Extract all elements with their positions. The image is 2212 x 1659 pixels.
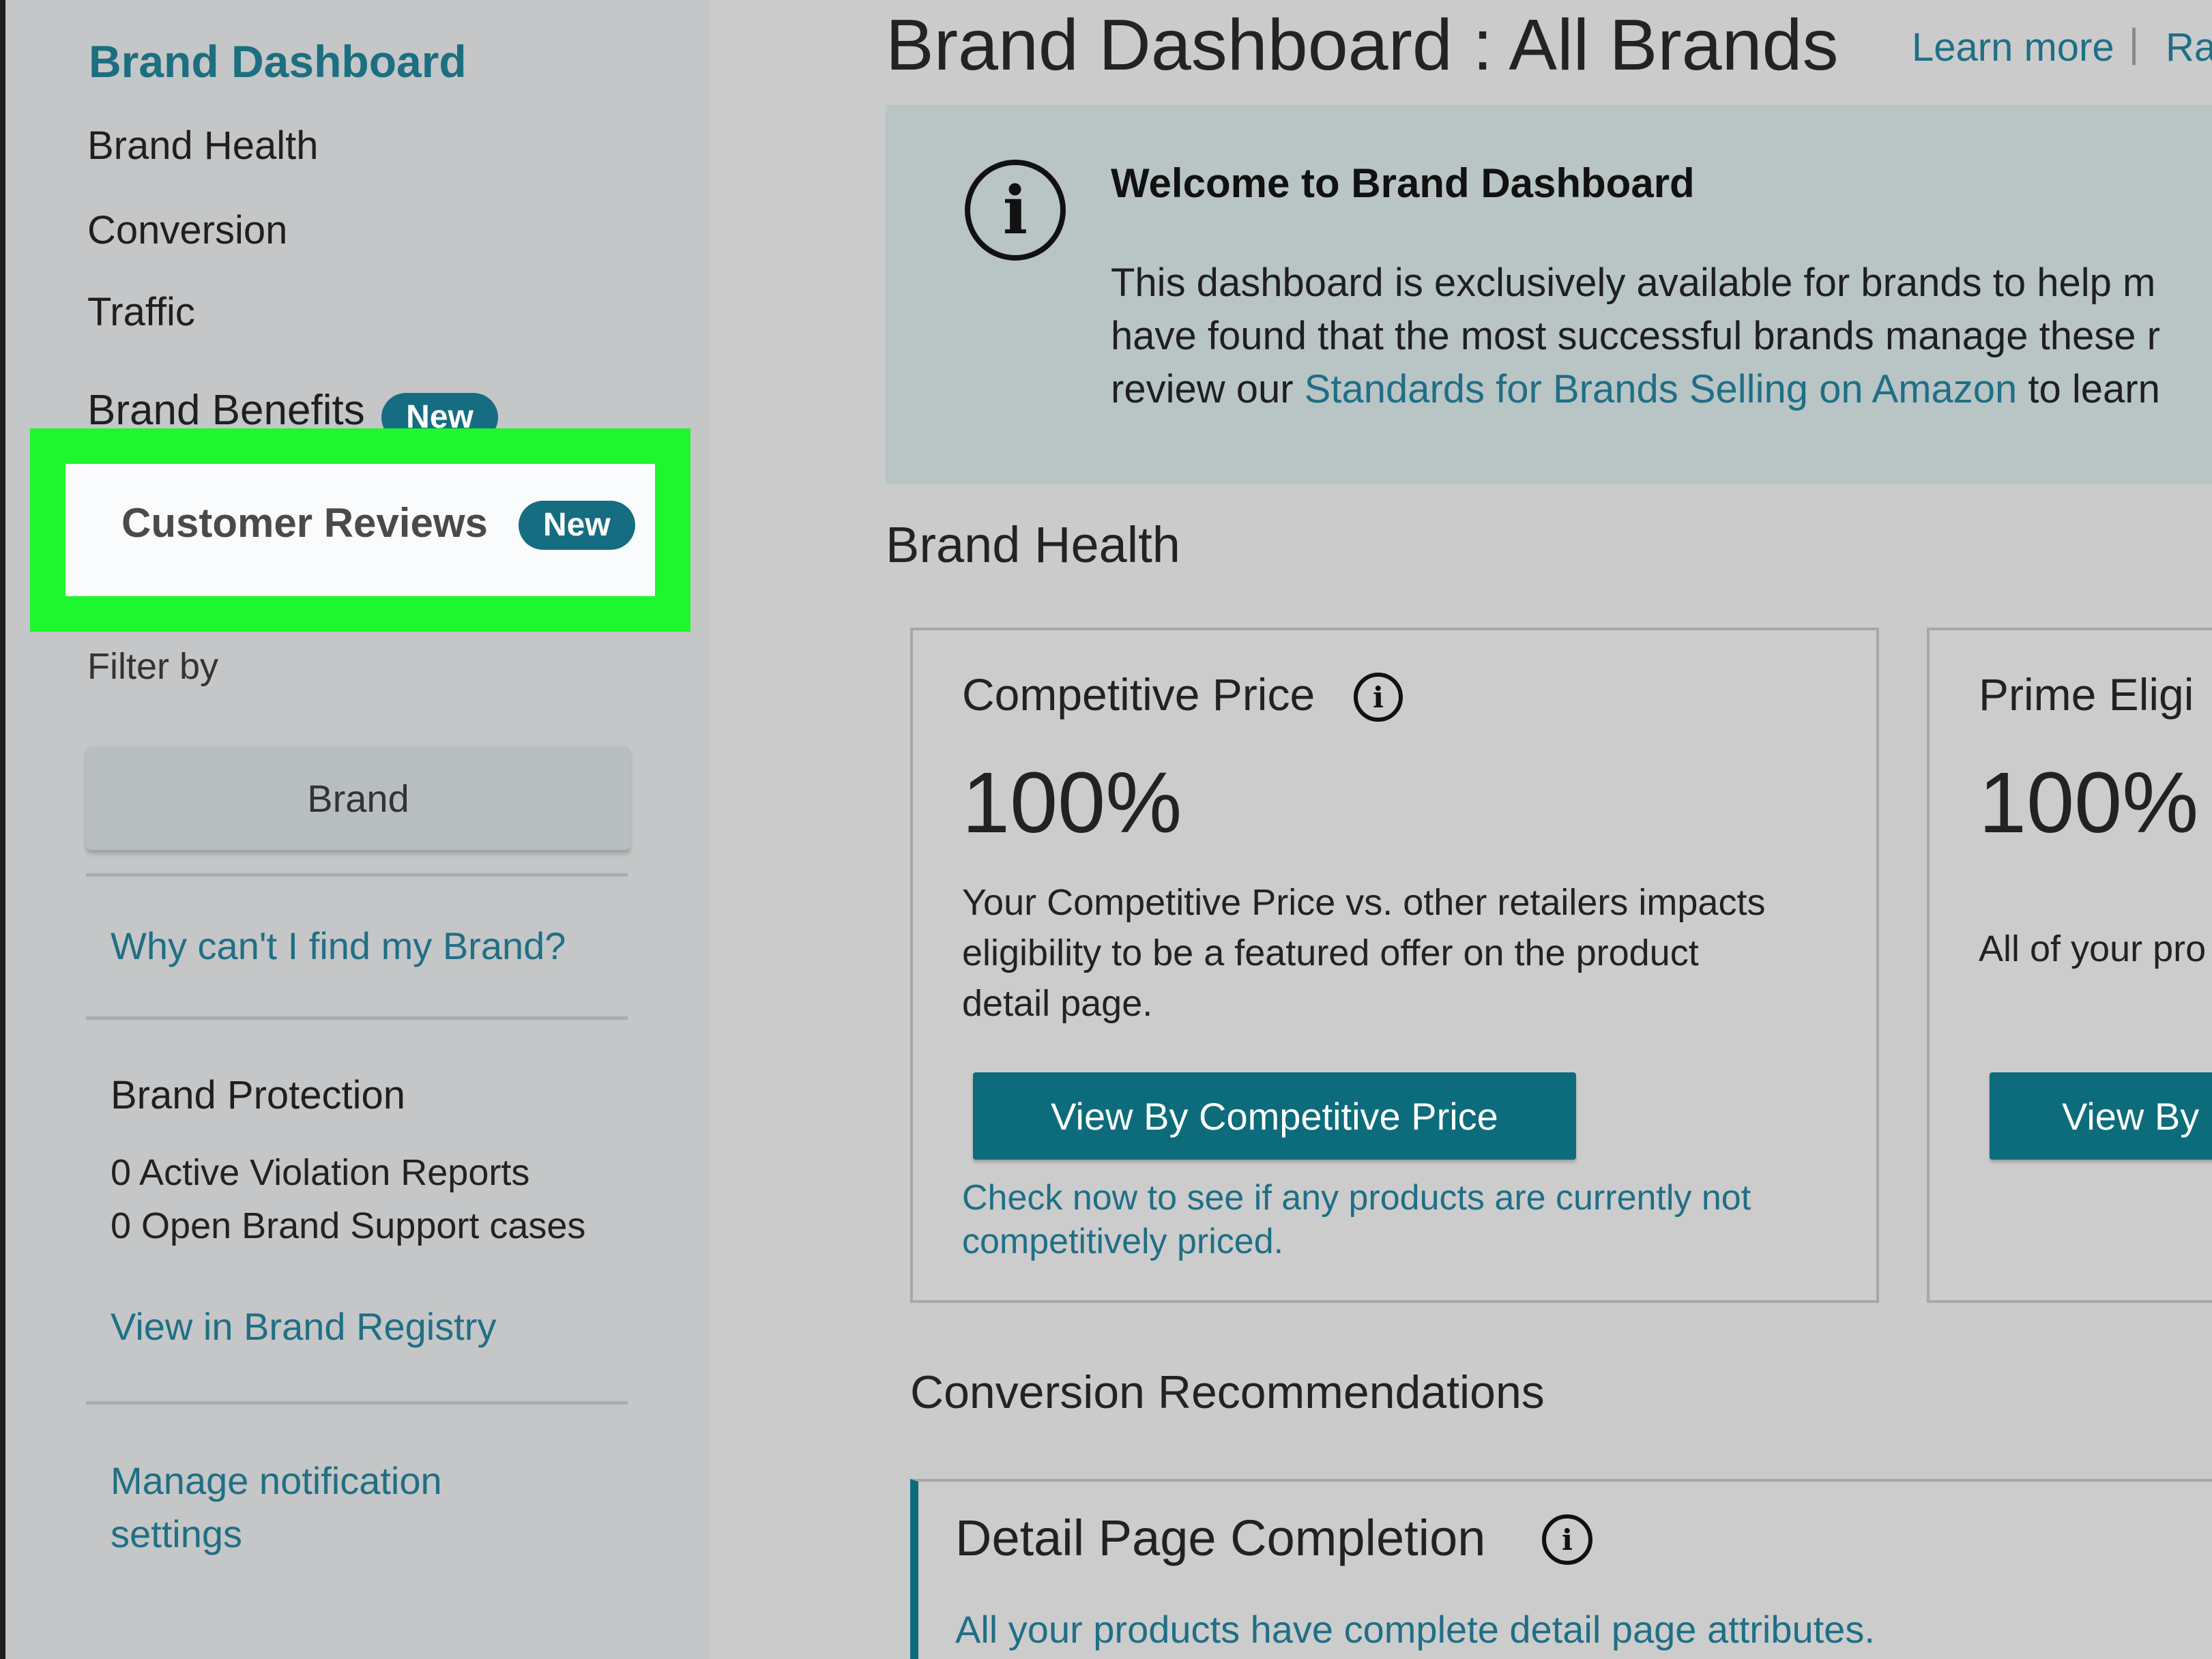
brand-health-heading: Brand Health — [886, 516, 1180, 573]
learn-more-link[interactable]: Learn more — [1912, 25, 2114, 70]
prime-eligible-description: All of your pro — [1979, 928, 2207, 969]
divider — [86, 873, 628, 877]
conversion-heading: Conversion Recommendations — [910, 1366, 1545, 1418]
sidebar-item-brand-health[interactable]: Brand Health — [87, 123, 319, 168]
sidebar-item-conversion[interactable]: Conversion — [87, 207, 287, 253]
note-line: Check now to see if any products are cur… — [962, 1178, 1751, 1218]
notification-link-line: Manage notification — [111, 1459, 442, 1502]
page-title: Brand Dashboard : All Brands — [886, 5, 1839, 85]
notification-settings-link[interactable]: Manage notification settings — [111, 1454, 442, 1561]
brand-filter-label: Brand — [307, 776, 409, 820]
notification-link-line: settings — [111, 1512, 242, 1555]
info-icon: i — [965, 160, 1066, 261]
welcome-text-span: review our — [1111, 367, 1305, 411]
new-badge: New — [519, 501, 635, 550]
brand-registry-link[interactable]: View in Brand Registry — [111, 1304, 496, 1349]
competitive-price-value: 100% — [962, 754, 1182, 851]
brand-filter-button[interactable]: Brand — [86, 746, 630, 850]
info-icon[interactable]: i — [1354, 673, 1403, 722]
competitive-price-note[interactable]: Check now to see if any products are cur… — [962, 1176, 1751, 1263]
customer-reviews-label: Customer Reviews — [121, 500, 488, 546]
header-separator: | — [2129, 21, 2140, 65]
prime-eligible-value: 100% — [1979, 754, 2199, 851]
info-icon[interactable]: i — [1542, 1514, 1592, 1565]
welcome-line: have found that the most successful bran… — [1111, 314, 2160, 358]
detail-page-description: All your products have complete detail p… — [955, 1608, 1875, 1651]
divider — [86, 1401, 628, 1405]
welcome-text: This dashboard is exclusively available … — [1111, 256, 2160, 416]
violation-reports: 0 Active Violation Reports — [111, 1152, 530, 1193]
find-brand-link[interactable]: Why can't I find my Brand? — [111, 924, 566, 968]
sidebar-title[interactable]: Brand Dashboard — [89, 35, 467, 87]
sidebar-item-traffic[interactable]: Traffic — [87, 289, 195, 335]
welcome-text-span: to learn — [2017, 367, 2160, 411]
competitive-price-card: Competitive Price i 100% Your Competitiv… — [910, 628, 1879, 1303]
brand-protection-heading: Brand Protection — [111, 1073, 406, 1117]
standards-link[interactable]: Standards for Brands Selling on Amazon — [1305, 367, 2018, 411]
welcome-heading: Welcome to Brand Dashboard — [1111, 160, 1695, 206]
welcome-line: review our Standards for Brands Selling … — [1111, 363, 2160, 416]
description-line: detail page. — [962, 983, 1153, 1024]
view-by-prime-button[interactable]: View By — [1990, 1072, 2212, 1160]
view-by-competitive-price-button[interactable]: View By Competitive Price — [973, 1072, 1576, 1160]
rate-link[interactable]: Rat — [2166, 25, 2212, 70]
note-line: competitively priced. — [962, 1222, 1284, 1261]
competitive-price-title: Competitive Price — [962, 669, 1315, 720]
prime-eligible-card: Prime Eligi 100% All of your pro View By — [1927, 628, 2212, 1303]
competitive-price-description: Your Competitive Price vs. other retaile… — [962, 877, 1765, 1029]
divider — [86, 1016, 628, 1020]
brand-benefits-label: Brand Benefits — [87, 387, 365, 434]
detail-page-completion-card: Detail Page Completion i All your produc… — [910, 1479, 2212, 1659]
filter-label: Filter by — [87, 646, 219, 687]
customer-reviews-highlight[interactable]: Customer Reviews New — [30, 428, 690, 632]
welcome-panel: i Welcome to Brand Dashboard This dashbo… — [886, 105, 2212, 484]
detail-page-title: Detail Page Completion — [955, 1510, 1486, 1566]
welcome-line: This dashboard is exclusively available … — [1111, 261, 2156, 305]
description-line: Your Competitive Price vs. other retaile… — [962, 882, 1766, 923]
support-cases: 0 Open Brand Support cases — [111, 1205, 586, 1246]
prime-eligible-title: Prime Eligi — [1979, 669, 2194, 720]
description-line: eligibility to be a featured offer on th… — [962, 933, 1699, 973]
